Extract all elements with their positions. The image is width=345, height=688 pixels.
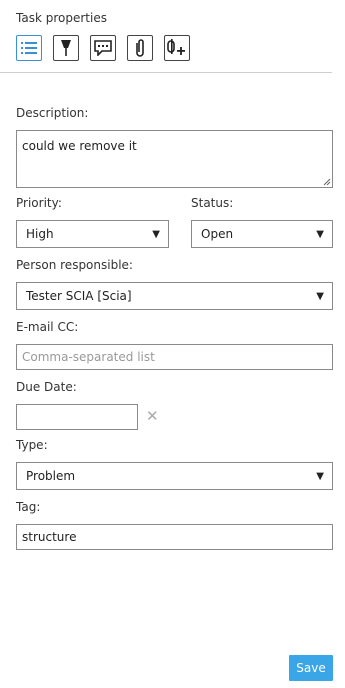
due-date-label: Due Date: (16, 380, 77, 394)
priority-value: High (26, 227, 54, 241)
person-responsible-select[interactable]: Tester SCIA [Scia] ▼ (16, 282, 333, 310)
type-value: Problem (26, 469, 76, 483)
person-responsible-value: Tester SCIA [Scia] (26, 289, 132, 303)
priority-label: Priority: (16, 196, 62, 210)
comment-icon (94, 40, 112, 56)
attachment-button[interactable] (127, 35, 153, 61)
priority-select[interactable]: High ▼ (16, 220, 169, 248)
properties-tab-button[interactable] (16, 35, 42, 61)
description-value: could we remove it (22, 139, 137, 153)
chevron-down-icon: ▼ (316, 229, 324, 240)
status-select[interactable]: Open ▼ (191, 220, 333, 248)
section-divider (0, 72, 332, 73)
link-add-icon (167, 39, 185, 55)
add-link-button[interactable] (164, 35, 190, 61)
type-select[interactable]: Problem ▼ (16, 462, 333, 490)
tag-label: Tag: (16, 500, 41, 514)
chevron-down-icon: ▼ (316, 471, 324, 482)
clear-date-icon[interactable]: ✕ (146, 407, 159, 425)
pin-button[interactable] (53, 35, 79, 61)
status-label: Status: (191, 196, 234, 210)
email-cc-label: E-mail CC: (16, 320, 79, 334)
list-icon (21, 42, 37, 54)
type-label: Type: (16, 438, 48, 452)
chevron-down-icon: ▼ (152, 229, 160, 240)
tag-value: structure (22, 530, 77, 544)
panel-title: Task properties (16, 11, 107, 25)
email-cc-placeholder: Comma-separated list (22, 350, 155, 364)
email-cc-input[interactable]: Comma-separated list (16, 344, 333, 370)
resize-handle-icon[interactable] (323, 178, 331, 186)
due-date-input[interactable] (16, 404, 138, 430)
status-value: Open (201, 227, 234, 241)
save-button[interactable]: Save (289, 655, 333, 681)
chevron-down-icon: ▼ (316, 291, 324, 302)
comment-button[interactable] (90, 35, 116, 61)
tag-input[interactable]: structure (16, 524, 333, 550)
description-label: Description: (16, 106, 89, 120)
description-textarea[interactable]: could we remove it (16, 130, 333, 188)
toolbar (16, 35, 190, 61)
person-responsible-label: Person responsible: (16, 258, 133, 272)
paperclip-icon (136, 39, 144, 57)
pin-icon (61, 40, 71, 56)
